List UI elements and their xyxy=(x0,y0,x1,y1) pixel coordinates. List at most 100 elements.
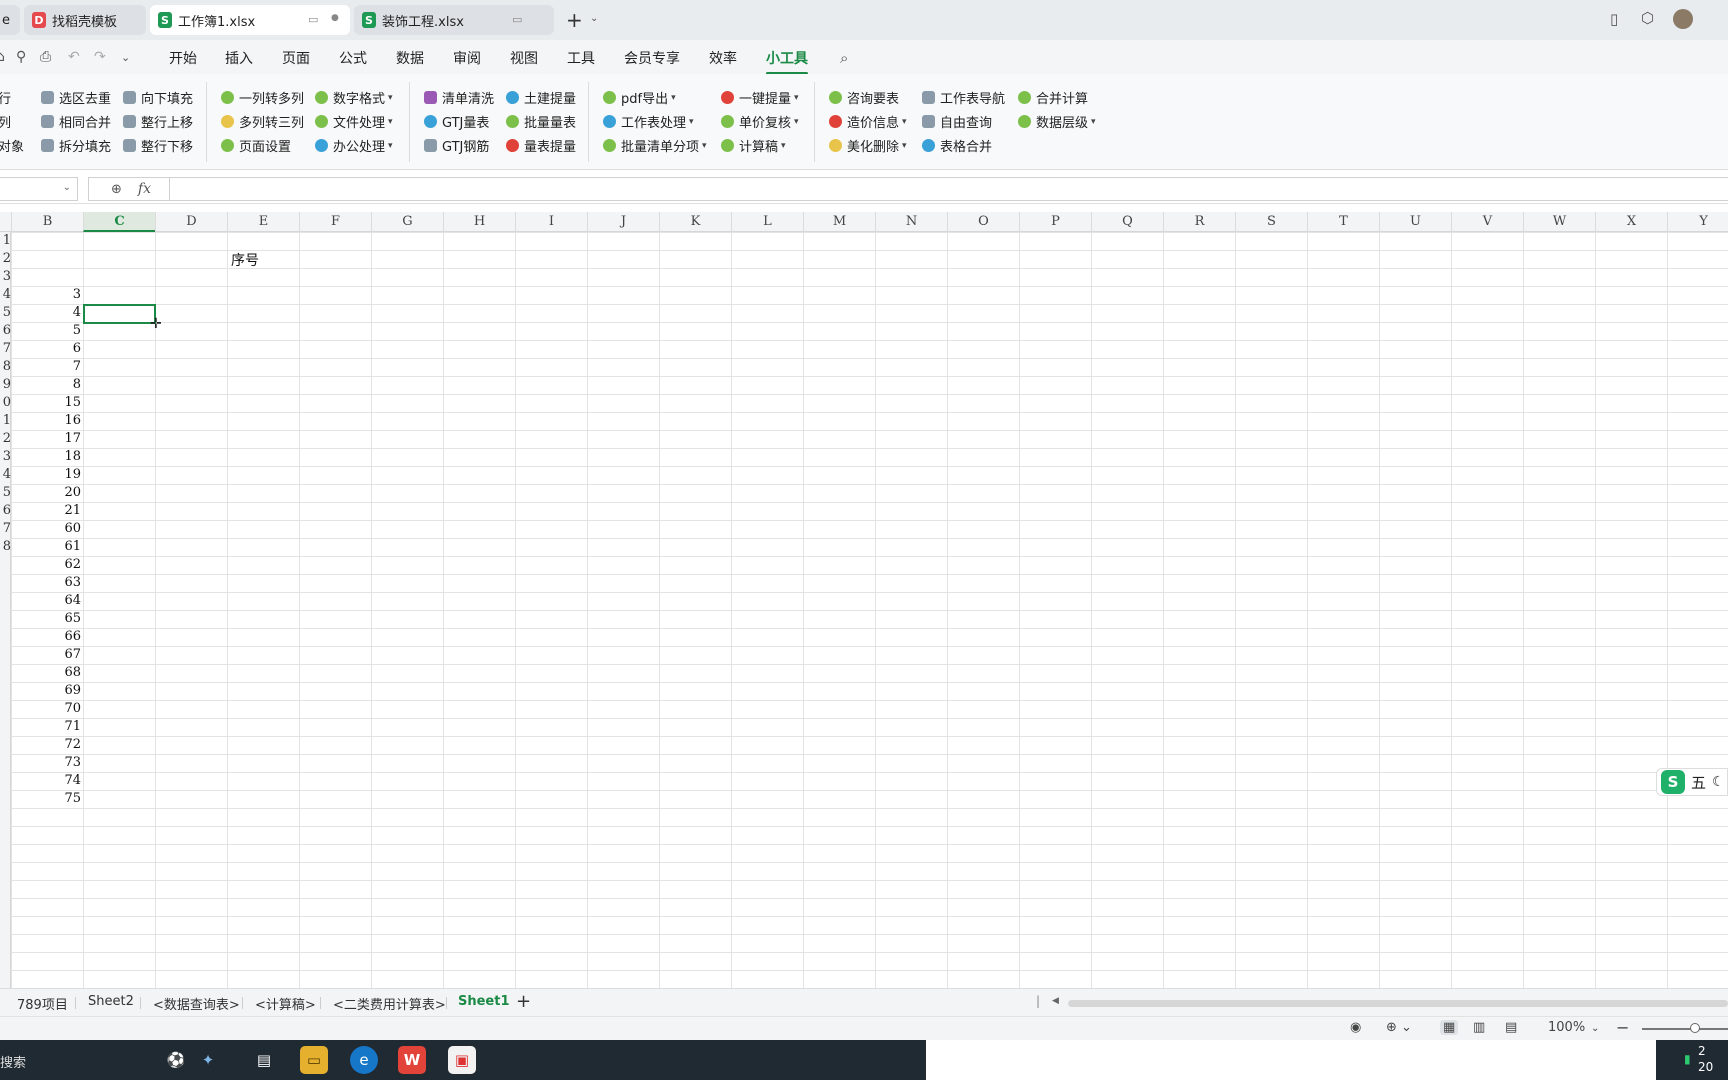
row-header[interactable]: 6 xyxy=(0,502,11,520)
wps-app-icon[interactable]: W xyxy=(398,1046,426,1074)
zoom-slider-track[interactable] xyxy=(1642,1028,1728,1030)
menu-insert[interactable]: 插入 xyxy=(225,48,253,68)
print-preview-icon[interactable]: ⎙ xyxy=(40,49,51,65)
cell-b[interactable]: 62 xyxy=(11,556,81,574)
column-header-b[interactable]: B xyxy=(11,212,83,232)
column-header-v[interactable]: V xyxy=(1451,212,1523,232)
one-click-quantity-dropdown[interactable]: 一键提量 ▾ xyxy=(721,88,799,107)
row-header[interactable]: 7 xyxy=(0,520,11,538)
sheet-tab[interactable]: <计算稿> xyxy=(255,994,316,1013)
zoom-out-icon[interactable]: − xyxy=(1616,1018,1629,1037)
ime-toolbar[interactable]: S 五 ☾ xyxy=(1656,768,1728,796)
menu-formula[interactable]: 公式 xyxy=(339,48,367,68)
file-explorer-icon[interactable]: ▭ xyxy=(300,1046,328,1074)
page-setup-button[interactable]: 页面设置 xyxy=(221,136,291,155)
menu-mini-tools[interactable]: 小工具 xyxy=(766,48,808,75)
consult-table-button[interactable]: 咨询要表 xyxy=(829,88,899,107)
sheet-tab[interactable]: <数据查询表> xyxy=(153,994,240,1013)
batch-list-split-dropdown[interactable]: 批量清单分项 ▾ xyxy=(603,136,707,155)
unsaved-dot-icon[interactable]: ● xyxy=(331,13,339,23)
insert-function-icon[interactable]: fx xyxy=(138,181,151,197)
doc-tab-workbook1[interactable]: S 工作簿1.xlsx ▭ ● xyxy=(150,5,350,35)
spreadsheet-grid[interactable]: BCDEFGHIJKLMNOPQRSTUVWXY 123456789012345… xyxy=(0,212,1728,988)
column-header-k[interactable]: K xyxy=(659,212,731,232)
column-header-m[interactable]: M xyxy=(803,212,875,232)
home-icon[interactable]: ⌂ xyxy=(0,49,5,65)
tray-icon[interactable]: ▮ xyxy=(1684,1052,1691,1066)
column-header-t[interactable]: T xyxy=(1307,212,1379,232)
formula-input[interactable] xyxy=(170,177,1728,201)
row-move-up-button[interactable]: 整行上移 xyxy=(123,112,193,131)
cell-b[interactable]: 75 xyxy=(11,790,81,808)
cell-b[interactable]: 71 xyxy=(11,718,81,736)
search-icon[interactable]: ⌕ xyxy=(840,49,848,67)
focus-mode-icon[interactable]: ⊕ ⌄ xyxy=(1386,1020,1412,1035)
row-header[interactable]: 4 xyxy=(0,286,11,304)
column-header-o[interactable]: O xyxy=(947,212,1019,232)
column-header-q[interactable]: Q xyxy=(1091,212,1163,232)
column-header-j[interactable]: J xyxy=(587,212,659,232)
new-tab-plus-icon[interactable]: + xyxy=(566,8,583,32)
sheet-tab[interactable]: 789项目 xyxy=(17,994,68,1013)
sheet-tab-active[interactable]: Sheet1 xyxy=(458,994,510,1009)
cell-b[interactable]: 64 xyxy=(11,592,81,610)
split-fill-button[interactable]: 拆分填充 xyxy=(41,136,111,155)
gtj-quantity-button[interactable]: GTJ量表 xyxy=(424,112,489,131)
doc-tab-partial[interactable]: e xyxy=(0,5,20,35)
row-header[interactable]: 6 xyxy=(0,322,11,340)
row-header[interactable]: 0 xyxy=(0,394,11,412)
chevron-down-icon[interactable]: ⌄ xyxy=(63,182,71,193)
dedupe-selection-button[interactable]: 选区去重 xyxy=(41,88,111,107)
column-header-e[interactable]: E xyxy=(227,212,299,232)
undo-icon[interactable]: ↶ xyxy=(68,49,80,65)
page-layout-icon[interactable]: ▥ xyxy=(1473,1020,1485,1035)
one-col-to-multi-button[interactable]: 一列转多列 xyxy=(221,88,304,107)
table-merge-button[interactable]: 表格合并 xyxy=(922,136,992,155)
presentation-app-icon[interactable]: ▣ xyxy=(448,1046,476,1074)
monitor-icon[interactable]: ▭ xyxy=(512,13,522,26)
merge-calc-button[interactable]: 合并计算 xyxy=(1018,88,1088,107)
cell-b[interactable]: 16 xyxy=(11,412,81,430)
horizontal-scrollbar[interactable] xyxy=(1068,1000,1728,1007)
column-header-l[interactable]: L xyxy=(731,212,803,232)
cell-b[interactable]: 74 xyxy=(11,772,81,790)
cell-b[interactable]: 5 xyxy=(11,322,81,340)
scroll-left-icon[interactable]: ◀ xyxy=(1052,996,1059,1006)
gtj-rebar-button[interactable]: GTJ钢筋 xyxy=(424,136,489,155)
cell-b[interactable]: 17 xyxy=(11,430,81,448)
quick-access-chevron-down-icon[interactable]: ⌄ xyxy=(121,51,130,64)
pdf-export-dropdown[interactable]: pdf导出 ▾ xyxy=(603,88,676,107)
column-header-s[interactable]: S xyxy=(1235,212,1307,232)
row-header[interactable]: 3 xyxy=(0,448,11,466)
data-level-dropdown[interactable]: 数据层级 ▾ xyxy=(1018,112,1096,131)
cell-b[interactable]: 4 xyxy=(11,304,81,322)
cell-b[interactable]: 65 xyxy=(11,610,81,628)
sheet-navigator-button[interactable]: 工作表导航 xyxy=(922,88,1005,107)
cell-b[interactable]: 63 xyxy=(11,574,81,592)
row-header[interactable]: 8 xyxy=(0,538,11,556)
selected-cell-c4[interactable] xyxy=(83,304,156,324)
sheet-tab[interactable]: Sheet2 xyxy=(88,994,134,1009)
column-header-y[interactable]: Y xyxy=(1667,212,1728,232)
sheet-tab[interactable]: <二类费用计算表> xyxy=(333,994,446,1013)
column-header-p[interactable]: P xyxy=(1019,212,1091,232)
cell-b[interactable]: 61 xyxy=(11,538,81,556)
row-header[interactable]: 2 xyxy=(0,250,11,268)
cell-b[interactable]: 67 xyxy=(11,646,81,664)
cell-b[interactable]: 7 xyxy=(11,358,81,376)
user-avatar[interactable] xyxy=(1673,9,1693,29)
task-view-icon[interactable]: ▤ xyxy=(250,1046,278,1074)
zoom-slider-handle[interactable] xyxy=(1690,1023,1700,1033)
doc-tab-decoration[interactable]: S 装饰工程.xlsx ▭ xyxy=(354,5,554,35)
cell-b[interactable]: 70 xyxy=(11,700,81,718)
beautify-delete-dropdown[interactable]: 美化删除 ▾ xyxy=(829,136,907,155)
cell-b[interactable]: 18 xyxy=(11,448,81,466)
column-header-x[interactable]: X xyxy=(1595,212,1667,232)
page-break-view-icon[interactable]: ▤ xyxy=(1505,1020,1517,1035)
column-header-g[interactable]: G xyxy=(371,212,443,232)
format-painter-icon[interactable]: ⚲ xyxy=(16,49,26,65)
row-header[interactable]: 1 xyxy=(0,232,11,250)
multi-col-to-three-button[interactable]: 多列转三列 xyxy=(221,112,304,131)
cell-b[interactable]: 6 xyxy=(11,340,81,358)
column-header-d[interactable]: D xyxy=(155,212,227,232)
